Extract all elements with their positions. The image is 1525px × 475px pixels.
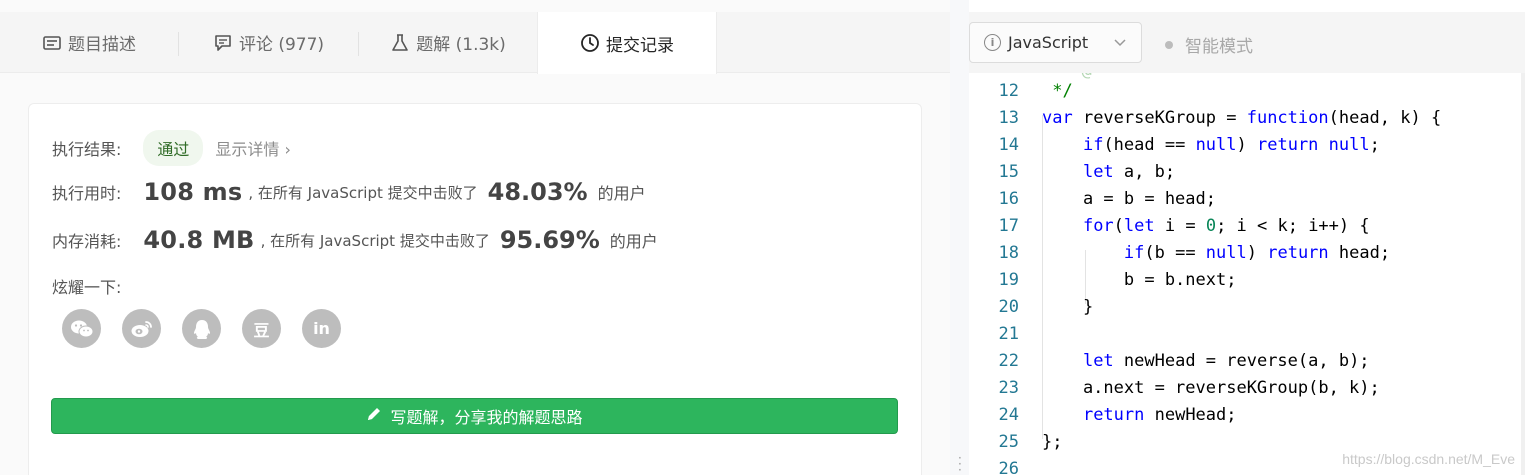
line-number: 24 bbox=[998, 405, 1019, 425]
editor-toolbar: i JavaScript 智能模式 bbox=[969, 12, 1525, 73]
line-number: 16 bbox=[998, 189, 1019, 209]
tab-comments[interactable]: 评论 (977) bbox=[179, 12, 358, 73]
tab-bar: 题目描述 评论 (977) 题解 (1.3k) 提交记录 bbox=[0, 12, 950, 74]
clipped-comment-line: * @ bbox=[1061, 73, 1092, 81]
code-line: }; bbox=[1042, 432, 1063, 452]
line-number: 25 bbox=[998, 432, 1019, 452]
linkedin-glyph: in bbox=[313, 319, 330, 338]
code-line: */ bbox=[1042, 81, 1073, 101]
write-solution-label: 写题解，分享我的解题思路 bbox=[390, 408, 583, 427]
tab-comments-label: 评论 (977) bbox=[238, 35, 325, 55]
douban-icon[interactable]: 豆 bbox=[242, 309, 281, 348]
line-number: 23 bbox=[998, 378, 1019, 398]
code-line: a.next = reverseKGroup(b, k); bbox=[1042, 378, 1380, 398]
runtime-text: , 在所有 JavaScript 提交中击败了 bbox=[248, 183, 478, 202]
pencil-icon bbox=[366, 406, 382, 426]
info-icon: i bbox=[984, 34, 1001, 51]
smart-mode-label: 智能模式 bbox=[1185, 37, 1253, 57]
smart-mode-toggle[interactable]: 智能模式 bbox=[1165, 32, 1253, 57]
runtime-value: 108 ms bbox=[143, 178, 243, 206]
language-label: JavaScript bbox=[1008, 33, 1089, 52]
line-number: 26 bbox=[998, 459, 1019, 475]
code-line: a = b = head; bbox=[1042, 189, 1216, 209]
comment-icon bbox=[213, 33, 233, 53]
douban-glyph: 豆 bbox=[253, 320, 270, 340]
tab-description-label: 题目描述 bbox=[68, 35, 136, 55]
memory-percent: 95.69% bbox=[499, 226, 600, 254]
memory-text: , 在所有 JavaScript 提交中击败了 bbox=[260, 231, 490, 250]
watermark-text: https://blog.csdn.net/M_Eve bbox=[1342, 451, 1515, 467]
result-row: 执行结果: 通过 显示详情 › bbox=[52, 130, 291, 166]
code-line: let a, b; bbox=[1082, 162, 1176, 182]
runtime-suffix: 的用户 bbox=[597, 184, 646, 203]
line-number: 18 bbox=[998, 243, 1019, 263]
chevron-down-icon bbox=[1113, 34, 1127, 53]
code-line: var reverseKGroup = function(head, k) { bbox=[1042, 108, 1442, 128]
tab-solutions-label: 题解 (1.3k) bbox=[416, 35, 506, 55]
code-line: if(b == null) return head; bbox=[1123, 243, 1391, 263]
wechat-icon[interactable] bbox=[62, 309, 101, 348]
drag-handle-icon[interactable]: · · · bbox=[958, 452, 962, 475]
editor-scrollbar[interactable] bbox=[1521, 73, 1525, 475]
show-details-link[interactable]: 显示详情 › bbox=[215, 136, 291, 160]
line-number: 13 bbox=[998, 108, 1019, 128]
language-select[interactable]: i JavaScript bbox=[969, 22, 1142, 63]
result-label: 执行结果: bbox=[52, 140, 122, 159]
line-number: 17 bbox=[998, 216, 1019, 236]
memory-row: 内存消耗: 40.8 MB , 在所有 JavaScript 提交中击败了 95… bbox=[52, 226, 658, 254]
editor-panel: i JavaScript 智能模式 * @ 12 */ 13 var rever… bbox=[969, 0, 1525, 475]
line-number: 15 bbox=[998, 162, 1019, 182]
dot-icon bbox=[1165, 40, 1173, 49]
description-icon bbox=[42, 33, 62, 53]
code-line: return newHead; bbox=[1082, 405, 1237, 425]
share-buttons: 豆 in bbox=[62, 309, 362, 348]
tab-submissions[interactable]: 提交记录 bbox=[537, 12, 717, 74]
share-row: 炫耀一下: bbox=[52, 274, 121, 298]
write-solution-button[interactable]: 写题解，分享我的解题思路 bbox=[51, 398, 898, 434]
left-panel: 题目描述 评论 (977) 题解 (1.3k) 提交记录 执行结果: 通过 显示… bbox=[0, 0, 950, 475]
flask-icon bbox=[390, 33, 410, 53]
tab-description[interactable]: 题目描述 bbox=[0, 12, 178, 73]
tab-solutions[interactable]: 题解 (1.3k) bbox=[359, 12, 537, 73]
code-editor[interactable]: * @ 12 */ 13 var reverseKGroup = functio… bbox=[969, 73, 1525, 475]
code-line: for(let i = 0; i < k; i++) { bbox=[1082, 216, 1370, 236]
status-badge: 通过 bbox=[143, 130, 204, 166]
memory-label: 内存消耗: bbox=[52, 232, 122, 251]
code-line: let newHead = reverse(a, b); bbox=[1082, 351, 1370, 371]
clock-icon bbox=[580, 33, 600, 53]
line-number: 21 bbox=[998, 324, 1019, 344]
runtime-row: 执行用时: 108 ms , 在所有 JavaScript 提交中击败了 48.… bbox=[52, 178, 646, 206]
memory-value: 40.8 MB bbox=[143, 226, 255, 254]
tab-submissions-label: 提交记录 bbox=[606, 35, 674, 56]
qq-icon[interactable] bbox=[182, 309, 221, 348]
linkedin-icon[interactable]: in bbox=[302, 309, 341, 348]
line-number: 12 bbox=[998, 81, 1019, 101]
runtime-percent: 48.03% bbox=[487, 178, 588, 206]
memory-suffix: 的用户 bbox=[609, 232, 658, 251]
line-number: 19 bbox=[998, 270, 1019, 290]
line-number: 14 bbox=[998, 135, 1019, 155]
submission-result-card: 执行结果: 通过 显示详情 › 执行用时: 108 ms , 在所有 JavaS… bbox=[28, 103, 922, 475]
line-number: 22 bbox=[998, 351, 1019, 371]
share-label: 炫耀一下: bbox=[52, 278, 122, 297]
runtime-label: 执行用时: bbox=[52, 184, 122, 203]
weibo-icon[interactable] bbox=[122, 309, 161, 348]
line-number: 20 bbox=[998, 297, 1019, 317]
panel-splitter[interactable] bbox=[950, 0, 969, 475]
code-line: } bbox=[1042, 297, 1094, 317]
code-line: b = b.next; bbox=[1042, 270, 1237, 290]
code-line: if(head == null) return null; bbox=[1082, 135, 1380, 155]
